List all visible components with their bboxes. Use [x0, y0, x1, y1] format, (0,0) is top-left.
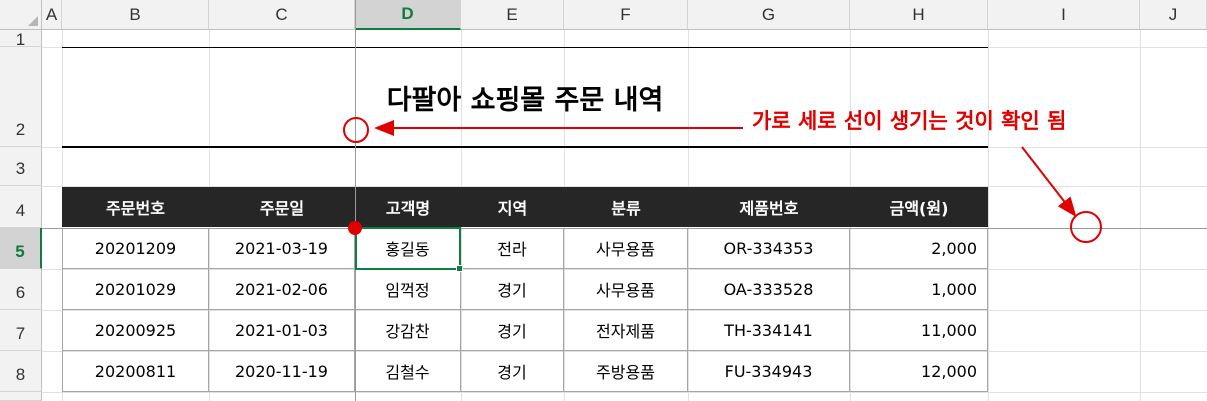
arrow-down-right [1021, 146, 1077, 218]
spreadsheet: A B C D E F G H I J 1 2 3 4 5 6 7 8 다팔아 … [0, 0, 1207, 401]
annotation-arrows [374, 120, 1077, 218]
